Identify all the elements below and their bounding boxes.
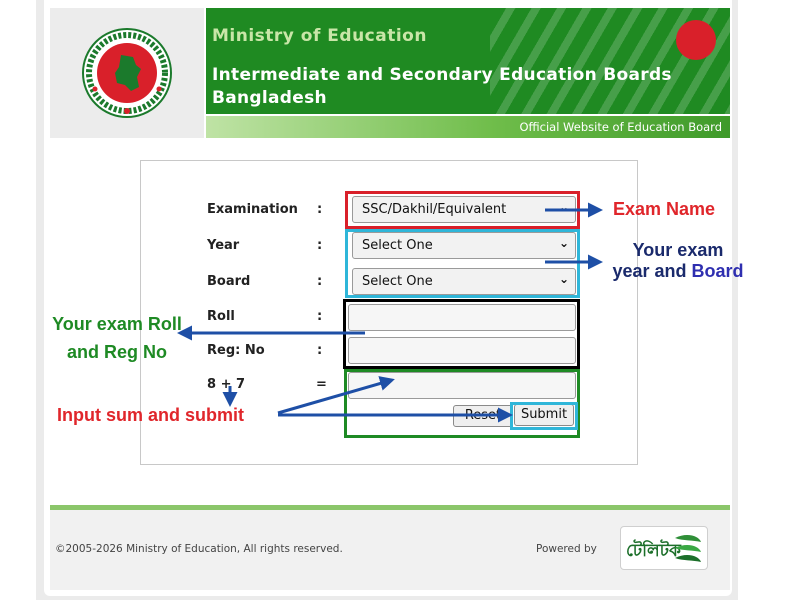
roll-label: Roll xyxy=(207,309,235,324)
board-select[interactable]: Select One ⌄ xyxy=(352,268,576,295)
year-colon: : xyxy=(317,238,323,253)
annotation-exam-name: Exam Name xyxy=(613,199,716,219)
roll-input[interactable] xyxy=(348,304,576,331)
header-subbar: Official Website of Education Board xyxy=(206,116,730,138)
chevron-down-icon: ⌄ xyxy=(558,200,569,214)
chevron-down-icon: ⌄ xyxy=(558,272,569,286)
annotation-roll-reg: Your exam Roll and Reg No xyxy=(52,314,182,362)
flag-circle-icon xyxy=(676,20,716,60)
annotation-sum-submit: Input sum and submit xyxy=(57,405,244,425)
chevron-down-icon: ⌄ xyxy=(558,236,569,250)
captcha-input[interactable] xyxy=(348,372,576,399)
reg-input[interactable] xyxy=(348,337,576,364)
examination-colon: : xyxy=(317,202,323,217)
reg-colon: : xyxy=(317,343,323,358)
footer: ©2005-2026 Ministry of Education, All ri… xyxy=(50,510,730,590)
annotation-exam-year-board: Your exam year and Board xyxy=(612,240,744,281)
copyright-text: ©2005-2026 Ministry of Education, All ri… xyxy=(55,543,343,555)
submit-button[interactable]: Submit xyxy=(514,404,574,426)
captcha-question: 8 + 7 xyxy=(207,377,246,392)
examination-select[interactable]: SSC/Dakhil/Equivalent ⌄ xyxy=(352,196,576,223)
official-website-text: Official Website of Education Board xyxy=(519,120,722,134)
teletalk-leaf-icon xyxy=(675,535,701,562)
year-select[interactable]: Select One ⌄ xyxy=(352,232,576,259)
reg-label: Reg: No xyxy=(207,343,265,358)
teletalk-logo[interactable]: টেলিটক xyxy=(620,526,708,570)
boards-title: Intermediate and Secondary Education Boa… xyxy=(212,65,672,108)
government-logo xyxy=(50,8,204,138)
header-banner: Ministry of Education Intermediate and S… xyxy=(206,8,730,114)
year-label: Year xyxy=(207,238,240,253)
examination-label: Examination xyxy=(207,202,298,217)
bangladesh-seal-icon xyxy=(82,28,172,118)
reset-button[interactable]: Reset xyxy=(453,405,513,427)
captcha-equals: = xyxy=(316,377,327,392)
powered-by-text: Powered by xyxy=(536,543,597,555)
board-colon: : xyxy=(317,274,323,289)
board-label: Board xyxy=(207,274,251,289)
ministry-title: Ministry of Education xyxy=(212,26,427,46)
roll-colon: : xyxy=(317,309,323,324)
